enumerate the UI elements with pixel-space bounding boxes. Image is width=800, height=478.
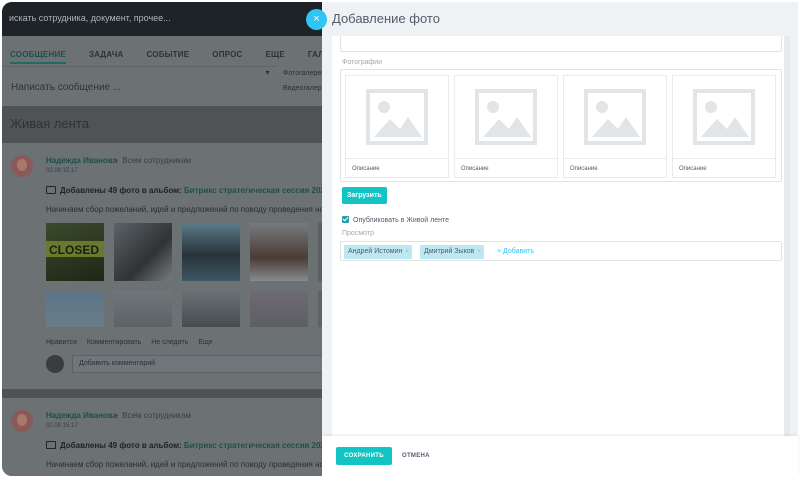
cancel-button[interactable]: ОТМЕНА — [402, 447, 430, 465]
publish-checkbox[interactable] — [342, 216, 349, 223]
image-placeholder-icon — [673, 76, 775, 158]
feed-title: Живая лента — [10, 116, 89, 131]
post-actions: Нравится Комментировать Не следить Еще — [46, 339, 221, 346]
photo-thumbnail[interactable] — [114, 223, 172, 281]
album-field[interactable] — [340, 36, 782, 52]
composer-tabs: СООБЩЕНИЕ ЗАДАЧА СОБЫТИЕ ОПРОС ЕЩЕ ▾ ГАЛ… — [2, 46, 370, 77]
compose-input[interactable]: Написать сообщение ... — [11, 82, 121, 93]
photos-label: Фотографии — [342, 59, 383, 66]
feed-post: Надежда Иванова • Всем сотрудникам 02.08… — [2, 398, 340, 476]
post-recipients: • Всем сотрудникам — [115, 156, 192, 165]
post-recipients: • Всем сотрудникам — [115, 411, 192, 420]
remove-icon[interactable]: × — [477, 249, 481, 255]
photo-slot[interactable]: Описание — [454, 75, 558, 178]
photo-thumbnail[interactable] — [182, 223, 240, 281]
avatar — [46, 355, 64, 373]
svg-text:CLOSED: CLOSED — [49, 243, 99, 257]
photo-thumbnail[interactable]: CLOSED — [46, 223, 104, 281]
post-headline: Добавлены 49 фото в альбом: Битрикс стра… — [46, 441, 329, 450]
photo-description[interactable]: Описание — [564, 158, 666, 178]
viewers-field[interactable]: Андрей Истомин × Дмитрий Зыков × + Добавит… — [340, 241, 782, 261]
viewer-chip: Дмитрий Зыков × — [420, 245, 484, 259]
photo-thumbnail[interactable] — [182, 291, 240, 327]
publish-option[interactable]: Опубликовать в Живой ленте — [342, 216, 449, 224]
post-headline: Добавлены 49 фото в альбом: Битрикс стра… — [46, 186, 329, 195]
photo-description[interactable]: Описание — [346, 158, 448, 178]
like-link[interactable]: Нравится — [46, 339, 77, 346]
tab-event[interactable]: СОБЫТИЕ — [147, 46, 190, 64]
remove-icon[interactable]: × — [405, 249, 409, 255]
post-body: Начинаем сбор пожеланий, идей и предложе… — [46, 460, 340, 469]
avatar[interactable] — [11, 155, 33, 177]
composer-card: СООБЩЕНИЕ ЗАДАЧА СОБЫТИЕ ОПРОС ЕЩЕ ▾ ГАЛ… — [2, 36, 346, 106]
scrollbar[interactable] — [784, 36, 790, 436]
photo-form: Фотографии Описание Описание Описание Оп… — [332, 36, 790, 436]
tab-message[interactable]: СООБЩЕНИЕ — [10, 46, 66, 64]
photo-icon — [46, 186, 56, 194]
more-link[interactable]: Еще — [198, 339, 212, 346]
post-body: Начинаем сбор пожеланий, идей и предложе… — [46, 205, 340, 214]
feed-post: Надежда Иванова • Всем сотрудникам 02.08… — [2, 143, 340, 389]
comment-link[interactable]: Комментировать — [87, 339, 142, 346]
photo-thumbnail[interactable] — [114, 291, 172, 327]
photo-slot[interactable]: Описание — [345, 75, 449, 178]
publish-label: Опубликовать в Живой ленте — [353, 217, 450, 224]
photo-thumbnail[interactable] — [250, 223, 308, 281]
tab-divider — [2, 66, 324, 67]
avatar[interactable] — [11, 410, 33, 432]
global-search-input[interactable]: искать сотрудника, документ, прочее... — [9, 13, 171, 23]
upload-button[interactable]: Загрузить — [342, 187, 387, 204]
image-placeholder-icon — [455, 76, 557, 158]
viewers-label: Просмотр — [342, 230, 374, 237]
image-placeholder-icon — [564, 76, 666, 158]
photo-icon — [46, 441, 56, 449]
add-viewer-link[interactable]: + Добавить — [497, 245, 534, 259]
post-author[interactable]: Надежда Иванова — [46, 156, 117, 165]
panel-footer: СОХРАНИТЬ ОТМЕНА — [322, 436, 798, 476]
tab-task[interactable]: ЗАДАЧА — [89, 46, 124, 64]
album-link[interactable]: Битрикс стратегическая сессия 2020 — [184, 186, 329, 195]
photo-upload-grid: Описание Описание Описание Описание — [340, 69, 782, 182]
viewer-chip: Андрей Истомин × — [344, 245, 412, 259]
photo-description[interactable]: Описание — [673, 158, 775, 178]
tab-more[interactable]: ЕЩЕ ▾ — [265, 46, 284, 77]
album-link[interactable]: Битрикс стратегическая сессия 2020 — [184, 441, 329, 450]
photo-description[interactable]: Описание — [455, 158, 557, 178]
photo-thumbnail[interactable] — [250, 291, 308, 327]
photo-slot[interactable]: Описание — [672, 75, 776, 178]
panel-title: Добавление фото — [332, 11, 440, 26]
post-author[interactable]: Надежда Иванова — [46, 411, 117, 420]
menu-item-video-gallery[interactable]: Видеогалерея — [277, 81, 329, 96]
post-time: 02.08 15:17 — [46, 168, 78, 174]
unfollow-link[interactable]: Не следить — [151, 339, 188, 346]
comment-input[interactable]: Добавить комментарий — [72, 355, 324, 373]
post-time: 02.08 15:17 — [46, 423, 78, 429]
image-placeholder-icon — [346, 76, 448, 158]
gallery-dropdown: Фотогалерея Видеогалерея — [277, 66, 329, 96]
menu-item-photo-gallery[interactable]: Фотогалерея — [277, 66, 325, 81]
tab-poll[interactable]: ОПРОС — [212, 46, 242, 64]
panel-body: Фотографии Описание Описание Описание Оп… — [322, 36, 798, 436]
photo-slot[interactable]: Описание — [563, 75, 667, 178]
photo-thumbnail[interactable] — [46, 291, 104, 327]
panel-header: Добавление фото — [322, 2, 798, 36]
save-button[interactable]: СОХРАНИТЬ — [336, 447, 392, 465]
close-icon[interactable]: × — [306, 9, 327, 30]
